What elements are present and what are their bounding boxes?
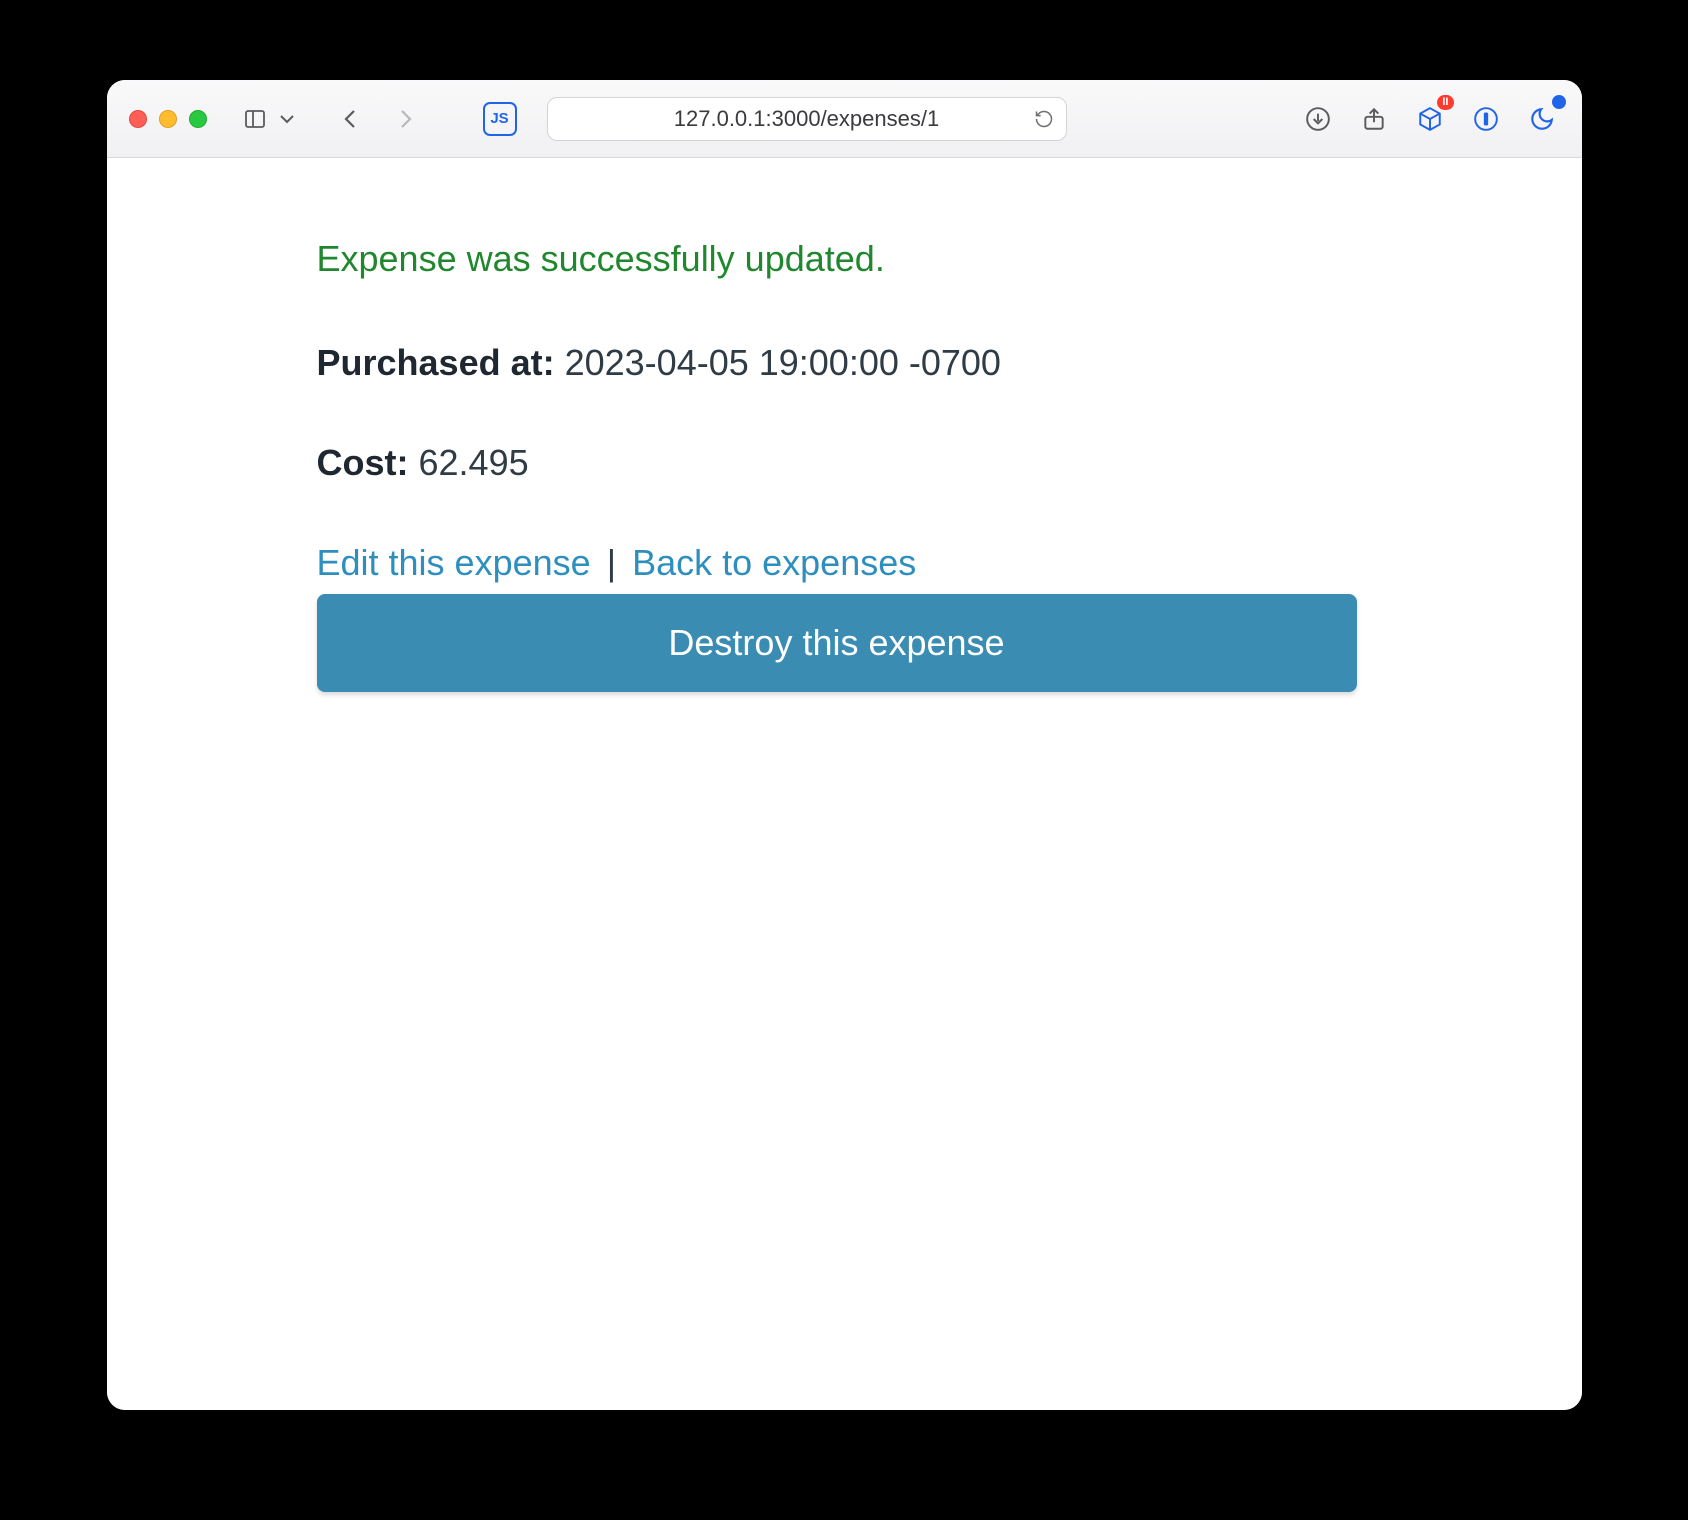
extension-box-button[interactable]: II — [1412, 101, 1448, 137]
cost-label: Cost: — [317, 442, 409, 483]
minimize-window-button[interactable] — [159, 110, 177, 128]
moon-button[interactable] — [1524, 101, 1560, 137]
edit-expense-link[interactable]: Edit this expense — [317, 542, 591, 583]
titlebar: JS 127.0.0.1:3000/expenses/1 — [107, 80, 1582, 158]
share-button[interactable] — [1356, 101, 1392, 137]
purchased-at-value: 2023-04-05 19:00:00 -0700 — [565, 342, 1001, 383]
flash-notice: Expense was successfully updated. — [317, 238, 1357, 280]
close-window-button[interactable] — [129, 110, 147, 128]
destroy-expense-button[interactable]: Destroy this expense — [317, 594, 1357, 692]
moon-badge — [1552, 95, 1566, 109]
1password-button[interactable] — [1468, 101, 1504, 137]
back-button[interactable] — [333, 101, 369, 137]
address-bar[interactable]: 127.0.0.1:3000/expenses/1 — [547, 97, 1067, 141]
nav-arrows — [333, 101, 423, 137]
sidebar-toggle-button[interactable] — [237, 101, 273, 137]
downloads-button[interactable] — [1300, 101, 1336, 137]
page-content: Expense was successfully updated. Purcha… — [107, 158, 1582, 1410]
toolbar-right-icons: II — [1300, 101, 1560, 137]
browser-window: JS 127.0.0.1:3000/expenses/1 — [107, 80, 1582, 1410]
maximize-window-button[interactable] — [189, 110, 207, 128]
forward-button[interactable] — [387, 101, 423, 137]
window-controls — [129, 110, 207, 128]
sidebar-toggle-group — [237, 101, 305, 137]
purchased-at-row: Purchased at: 2023-04-05 19:00:00 -0700 — [317, 342, 1357, 384]
cost-value: 62.495 — [419, 442, 529, 483]
purchased-at-label: Purchased at: — [317, 342, 555, 383]
action-links-row: Edit this expense | Back to expenses — [317, 542, 1357, 584]
content-inner: Expense was successfully updated. Purcha… — [317, 238, 1357, 692]
reload-button[interactable] — [1034, 109, 1054, 129]
link-separator: | — [601, 542, 622, 583]
back-to-expenses-link[interactable]: Back to expenses — [632, 542, 916, 583]
extension-pause-badge: II — [1437, 95, 1453, 110]
js-badge-icon[interactable]: JS — [483, 102, 517, 136]
tab-group-dropdown-button[interactable] — [269, 101, 305, 137]
url-text: 127.0.0.1:3000/expenses/1 — [562, 106, 1052, 132]
cost-row: Cost: 62.495 — [317, 442, 1357, 484]
